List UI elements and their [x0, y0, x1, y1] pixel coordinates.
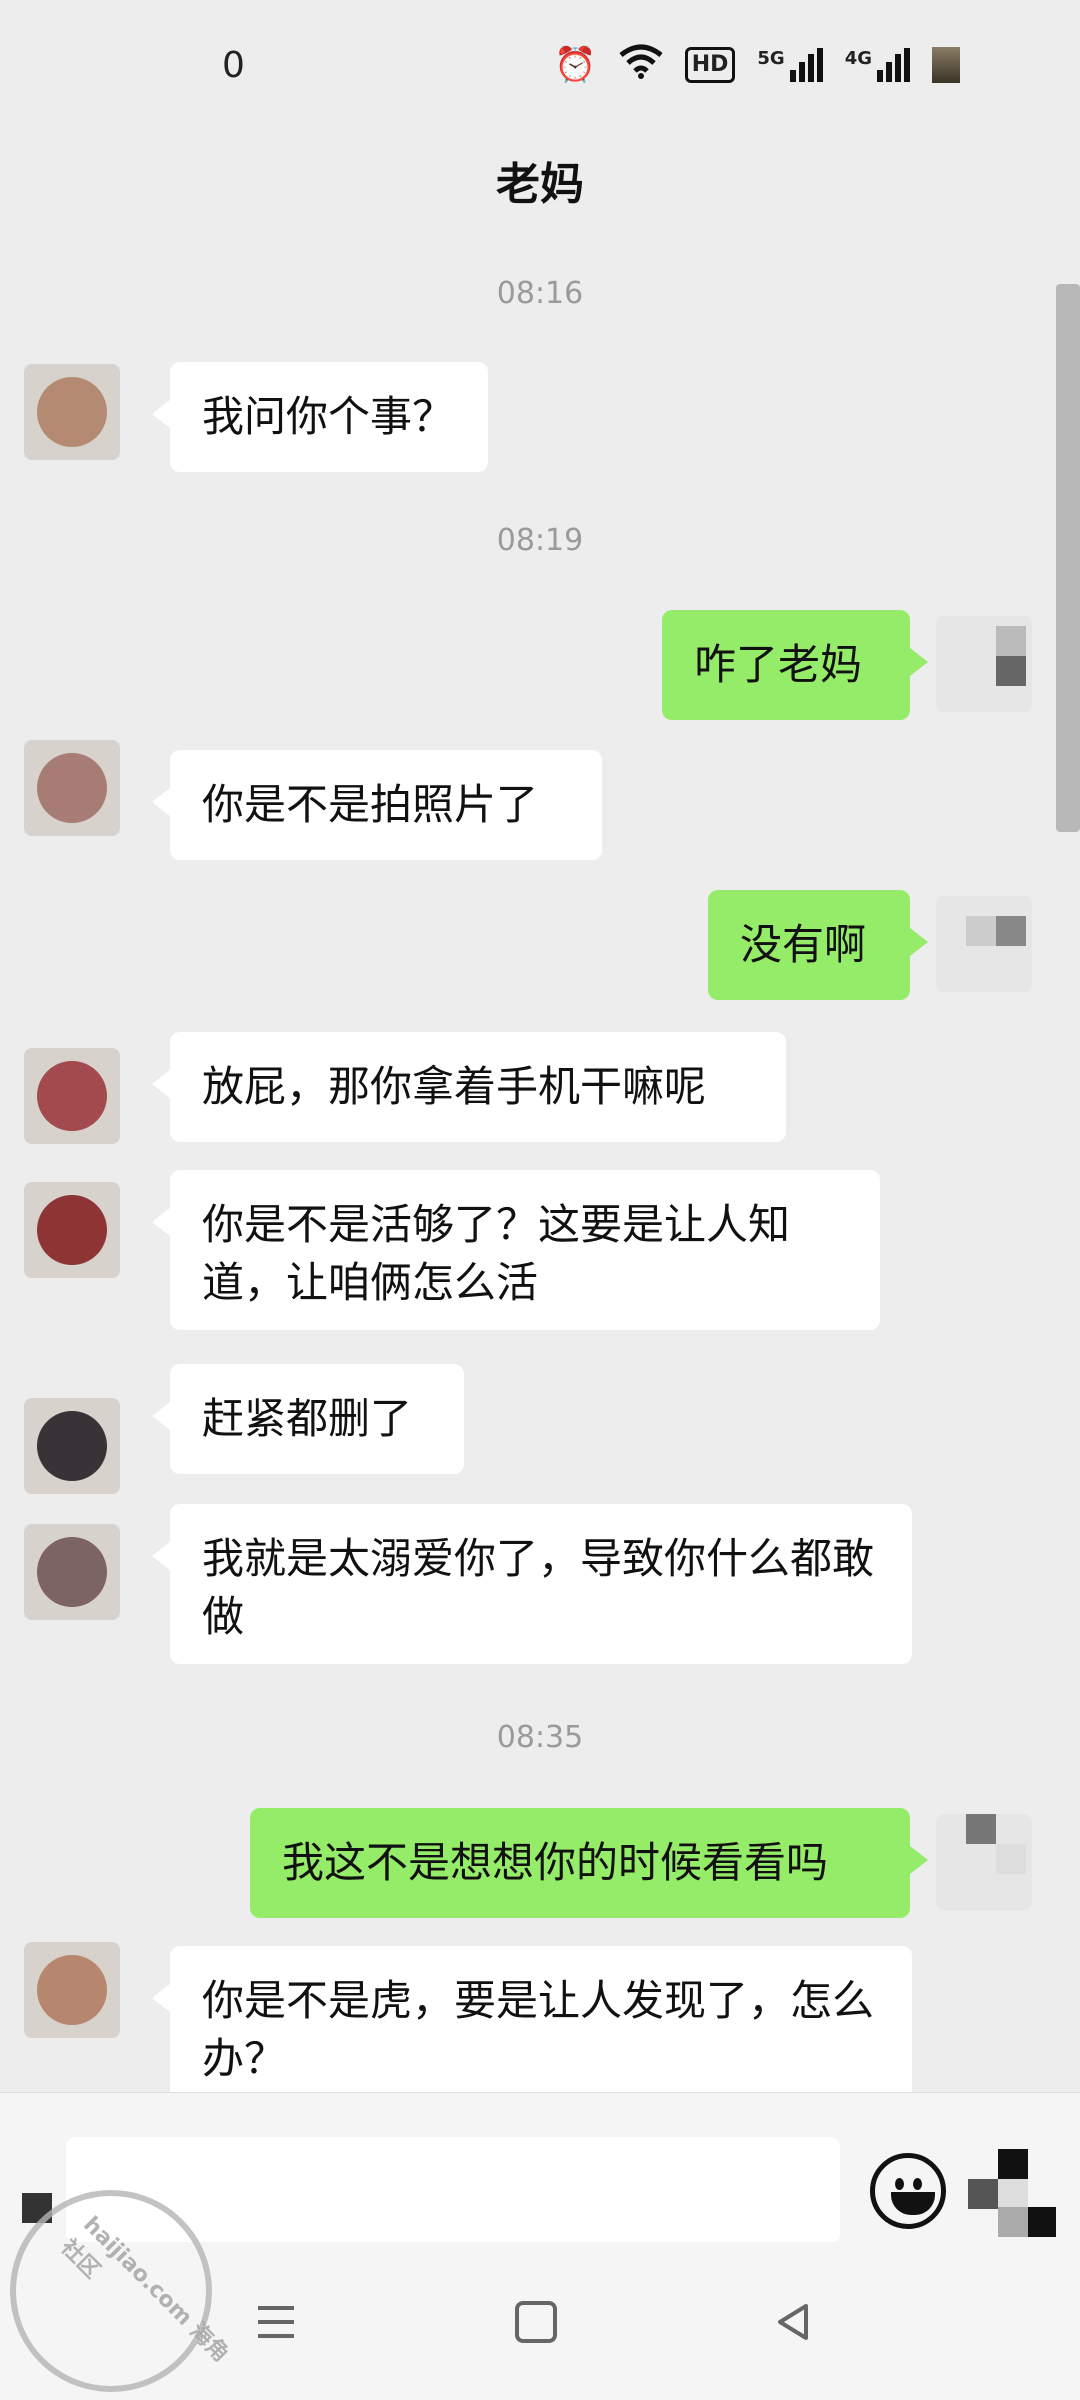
- alarm-clock-icon: ⏰: [554, 45, 597, 85]
- message-bubble-received[interactable]: 我就是太溺爱你了，导致你什么都敢做: [152, 1504, 912, 1664]
- battery-icon: [932, 47, 960, 83]
- message-bubble-sent[interactable]: 我这不是想想你的时候看看吗: [250, 1808, 928, 1918]
- more-icon[interactable]: [968, 2149, 1056, 2237]
- signal-4g-icon: 4G: [845, 48, 910, 82]
- my-avatar[interactable]: [936, 616, 1032, 712]
- message-bubble-received[interactable]: 你是不是虎，要是让人发现了，怎么办？: [152, 1946, 912, 2092]
- back-icon[interactable]: [754, 2282, 834, 2362]
- home-icon[interactable]: [496, 2282, 576, 2362]
- status-icons: ⏰ HD 5G 4G: [554, 43, 960, 88]
- message-bubble-sent[interactable]: 没有啊: [708, 890, 928, 1000]
- status-bar: 0 ⏰ HD 5G 4G: [0, 0, 1080, 130]
- contact-avatar[interactable]: [24, 1524, 120, 1620]
- contact-avatar[interactable]: [24, 1942, 120, 2038]
- scrollbar[interactable]: [1056, 284, 1080, 832]
- message-bubble-received[interactable]: 你是不是活够了？这要是让人知道，让咱俩怎么活: [152, 1170, 880, 1330]
- input-bar: [0, 2092, 1080, 2243]
- my-avatar[interactable]: [936, 896, 1032, 992]
- contact-avatar[interactable]: [24, 1182, 120, 1278]
- contact-avatar[interactable]: [24, 740, 120, 836]
- my-avatar[interactable]: [936, 1814, 1032, 1910]
- message-bubble-sent[interactable]: 咋了老妈: [662, 610, 928, 720]
- message-bubble-received[interactable]: 我问你个事？: [152, 362, 488, 472]
- message-bubble-received[interactable]: 赶紧都删了: [152, 1364, 464, 1474]
- signal-5g-icon: 5G: [757, 48, 823, 82]
- contact-avatar[interactable]: [24, 1398, 120, 1494]
- chat-title: 老妈: [496, 159, 584, 210]
- message-input[interactable]: [66, 2137, 840, 2243]
- timestamp: 08:35: [496, 1720, 584, 1755]
- message-bubble-received[interactable]: 你是不是拍照片了: [152, 750, 602, 860]
- emoji-icon[interactable]: [870, 2153, 946, 2229]
- contact-avatar[interactable]: [24, 1048, 120, 1144]
- system-nav-bar: [0, 2242, 1080, 2400]
- voice-toggle-icon[interactable]: [22, 2193, 52, 2223]
- timestamp: 08:19: [496, 523, 584, 558]
- message-bubble-received[interactable]: 放屁，那你拿着手机干嘛呢: [152, 1032, 786, 1142]
- chat-message-list[interactable]: 08:16 我问你个事？ 08:19 咋了老妈 你是不是拍照片了 没有啊 放屁，…: [0, 232, 1080, 2092]
- contact-avatar[interactable]: [24, 364, 120, 460]
- chat-header: 老妈: [0, 130, 1080, 230]
- menu-icon[interactable]: [238, 2282, 318, 2362]
- status-time: 0: [222, 44, 245, 86]
- hd-badge: HD: [684, 47, 736, 83]
- timestamp: 08:16: [496, 276, 584, 311]
- wifi-icon: [619, 43, 663, 88]
